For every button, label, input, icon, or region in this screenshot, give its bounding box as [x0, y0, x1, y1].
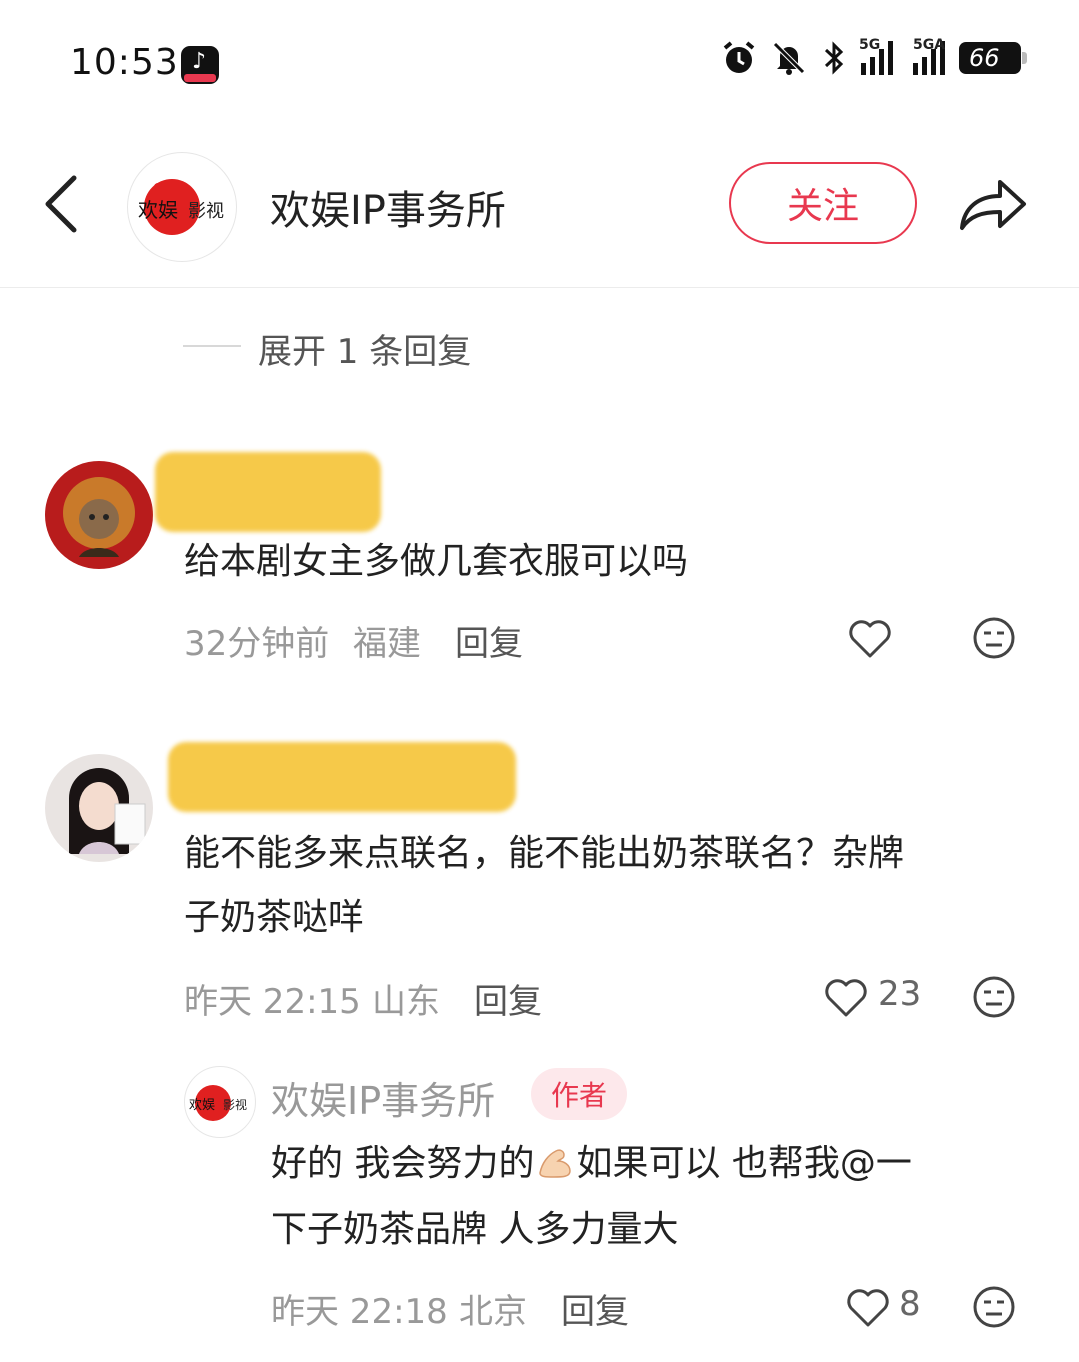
comment-text-2-line2: 子奶茶哒咩	[184, 897, 365, 938]
comment-location-2: 山东	[372, 982, 440, 1022]
comment-time-2: 昨天 22:15	[184, 982, 361, 1022]
comment-location-1: 福建	[353, 624, 421, 664]
comment-text-1: 给本剧女主多做几套衣服可以吗	[184, 541, 689, 582]
logo-text-2: 影视	[188, 201, 224, 222]
author-reply-text-line2: 下子奶茶品牌 人多力量大	[271, 1209, 679, 1250]
dislike-face-icon[interactable]	[972, 975, 1016, 1019]
reply-button-2[interactable]: 回复	[474, 974, 542, 1023]
like-heart-icon[interactable]	[823, 976, 869, 1018]
dislike-face-icon[interactable]	[972, 616, 1016, 660]
mute-bell-icon	[773, 42, 805, 75]
author-reply-text-line1: 好的 我会努力的 如果可以 也帮我@一	[271, 1132, 912, 1196]
author-reply-like-count: 8	[899, 1284, 921, 1324]
tiktok-app-icon: ♪	[181, 46, 219, 84]
account-logo-icon: 欢娱 影视	[189, 1085, 247, 1121]
account-logo-icon: 欢娱 影视	[138, 179, 224, 235]
account-avatar[interactable]: 欢娱 影视	[127, 152, 237, 262]
signal-5ga-icon: 5GA	[913, 37, 945, 75]
status-time: 10:53	[70, 42, 179, 83]
author-badge: 作者	[531, 1068, 627, 1120]
share-icon[interactable]	[958, 170, 1028, 234]
author-name[interactable]: 欢娱IP事务所	[271, 1070, 495, 1125]
girl-avatar-icon	[45, 754, 153, 862]
header-divider	[0, 287, 1079, 288]
logo-text-1: 欢娱	[189, 1098, 215, 1113]
like-count-2: 23	[878, 974, 922, 1014]
author-avatar[interactable]: 欢娱 影视	[184, 1066, 256, 1138]
author-reply-location: 北京	[459, 1292, 527, 1332]
alarm-icon	[723, 41, 755, 73]
commenter-avatar-2[interactable]	[45, 754, 153, 862]
signal-5g-icon: 5G	[859, 37, 893, 75]
like-heart-icon[interactable]	[847, 617, 893, 659]
battery-indicator: 66	[959, 42, 1027, 74]
reply-button-1[interactable]: 回复	[455, 616, 523, 665]
follow-button[interactable]: 关注	[729, 162, 917, 244]
like-heart-icon[interactable]	[845, 1286, 891, 1328]
account-name[interactable]: 欢娱IP事务所	[270, 178, 506, 236]
author-reply-part2: 如果可以 也帮我@一	[576, 1143, 912, 1184]
bluetooth-icon	[824, 41, 844, 75]
dislike-face-icon[interactable]	[972, 1285, 1016, 1329]
author-reply-part1: 好的 我会努力的	[271, 1143, 535, 1184]
status-icons: 5G 5GA 66	[721, 37, 1027, 76]
back-arrow-icon[interactable]	[40, 172, 84, 236]
author-reply-time: 昨天 22:18	[271, 1292, 448, 1332]
logo-text-2: 影视	[223, 1097, 247, 1112]
logo-text-1: 欢娱	[138, 198, 178, 222]
comment-time-1: 32分钟前	[184, 624, 330, 664]
lion-cat-avatar-icon	[45, 461, 153, 569]
comment-text-2-line1: 能不能多来点联名，能不能出奶茶联名？杂牌	[184, 833, 905, 874]
expand-line	[183, 345, 241, 347]
flexed-biceps-emoji-icon	[539, 1149, 572, 1178]
expand-replies-link[interactable]: 展开 1 条回复	[258, 324, 471, 373]
redacted-username-2	[168, 742, 516, 812]
commenter-avatar-1[interactable]	[45, 461, 153, 569]
author-reply-button[interactable]: 回复	[561, 1284, 629, 1333]
redacted-username-1	[155, 452, 381, 532]
